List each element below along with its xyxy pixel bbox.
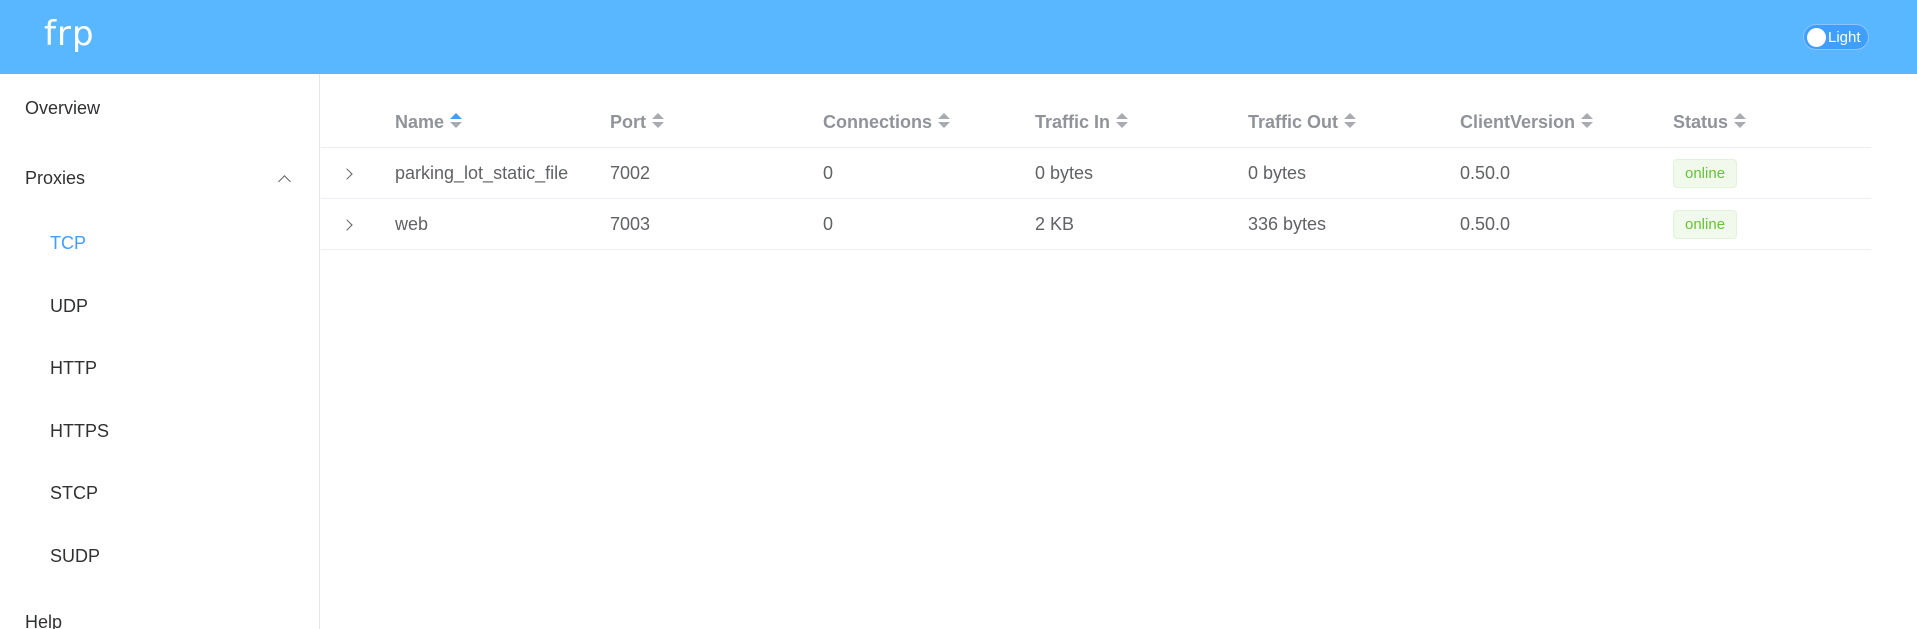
status-badge: online [1673, 159, 1738, 188]
cell-name: parking_lot_static_file [395, 163, 569, 183]
column-header-connections[interactable]: Connections [823, 112, 951, 133]
app-logo[interactable]: frp [44, 14, 95, 54]
sort-icon[interactable] [1344, 113, 1357, 129]
sidebar-item-http[interactable]: HTTP [0, 342, 319, 398]
sidebar-item-sudp[interactable]: SUDP [0, 530, 319, 586]
sidebar-item-label: TCP [50, 233, 86, 253]
cell-port: 7002 [610, 163, 651, 183]
cell-traffic-out: 336 bytes [1248, 214, 1327, 234]
theme-label: Light [1828, 29, 1861, 46]
cell-name: web [395, 214, 429, 234]
chevron-up-icon [278, 175, 291, 188]
cell-traffic-in: 2 KB [1035, 214, 1075, 234]
main-content: Name Port Connections Traffic In Traffic… [321, 74, 1917, 629]
sort-icon[interactable] [938, 113, 951, 129]
sidebar-item-label: HTTPS [50, 421, 110, 441]
app-header: frp Light [0, 0, 1917, 74]
column-header-traffic-out[interactable]: Traffic Out [1248, 112, 1357, 133]
sort-icon[interactable] [652, 113, 664, 129]
sidebar-item-label: STCP [50, 483, 99, 503]
sidebar-item-stcp[interactable]: STCP [0, 467, 319, 523]
status-badge: online [1673, 210, 1738, 239]
column-header-client-version[interactable]: ClientVersion [1460, 112, 1594, 133]
cell-traffic-in: 0 bytes [1035, 163, 1094, 183]
column-header-traffic-in[interactable]: Traffic In [1035, 112, 1129, 133]
sidebar-item-label: UDP [50, 296, 89, 316]
toggle-knob [1807, 28, 1826, 47]
sort-icon[interactable] [1116, 113, 1129, 129]
cell-port: 7003 [610, 214, 651, 234]
proxy-table: Name Port Connections Traffic In Traffic… [321, 104, 1871, 250]
sidebar-item-help[interactable]: Help [0, 596, 319, 629]
sidebar-item-udp[interactable]: UDP [0, 280, 319, 336]
column-header-port[interactable]: Port [610, 112, 664, 133]
sidebar-item-label: Help [25, 612, 63, 629]
column-header-status[interactable]: Status [1673, 112, 1747, 133]
table-row[interactable]: parking_lot_static_file 7002 0 0 bytes 0… [321, 148, 1871, 199]
sidebar-item-label: Proxies [25, 168, 86, 188]
sidebar-item-proxies[interactable]: Proxies [0, 152, 319, 208]
sort-icon[interactable] [1581, 113, 1594, 129]
table-row[interactable]: web 7003 0 2 KB 336 bytes 0.50.0 online [321, 199, 1871, 250]
theme-toggle[interactable]: Light [1803, 24, 1869, 50]
sidebar-item-https[interactable]: HTTPS [0, 405, 319, 461]
expand-row-icon[interactable] [341, 219, 353, 231]
sidebar-item-tcp[interactable]: TCP [0, 217, 319, 273]
sidebar-item-overview[interactable]: Overview [0, 82, 319, 138]
column-header-name[interactable]: Name [395, 112, 463, 133]
cell-traffic-out: 0 bytes [1248, 163, 1307, 183]
cell-connections: 0 [823, 163, 834, 183]
sidebar-item-label: Overview [25, 98, 101, 118]
table-header: Name Port Connections Traffic In Traffic… [321, 104, 1871, 148]
sidebar-item-label: SUDP [50, 546, 101, 566]
cell-client-version: 0.50.0 [1460, 214, 1511, 234]
sidebar: Overview Proxies TCP UDP HTTP HTTPS STCP… [0, 74, 320, 629]
cell-connections: 0 [823, 214, 834, 234]
expand-row-icon[interactable] [341, 168, 353, 180]
cell-client-version: 0.50.0 [1460, 163, 1511, 183]
sidebar-item-label: HTTP [50, 358, 97, 378]
sort-icon[interactable] [1734, 113, 1747, 129]
sort-icon[interactable] [450, 113, 463, 129]
